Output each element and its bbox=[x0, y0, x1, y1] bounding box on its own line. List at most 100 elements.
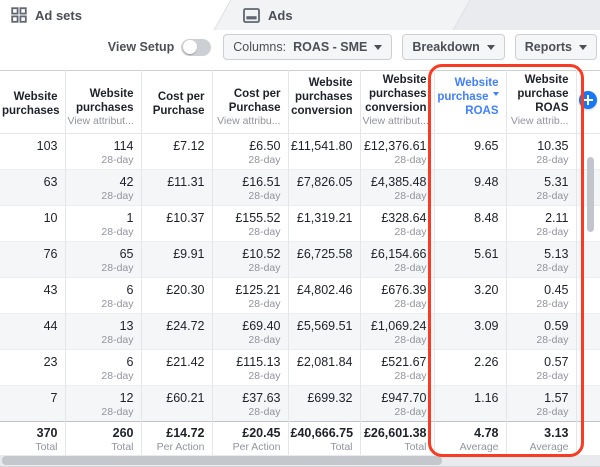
tab-ads-content[interactable]: Ads bbox=[243, 0, 293, 30]
column-header-label: purchases bbox=[75, 102, 134, 114]
tab-ad-sets-label: Ad sets bbox=[35, 7, 82, 23]
attribution-window-tag: 28-day bbox=[536, 334, 569, 346]
ads-card-icon bbox=[243, 7, 260, 23]
metric-value: 10.35 bbox=[537, 139, 569, 153]
column-header[interactable]: Cost per Purchase View attribu... bbox=[211, 70, 288, 134]
table-cell: £125.21 28-day bbox=[211, 277, 288, 314]
attribution-window-tag: 28-day bbox=[536, 190, 569, 202]
horizontal-scrollbar-thumb[interactable] bbox=[2, 456, 442, 465]
table-cell: 10.35 28-day bbox=[505, 133, 576, 170]
column-header-label: Purchase bbox=[152, 105, 205, 117]
summary-type-label: Total bbox=[404, 441, 427, 453]
table-cell: 23 bbox=[0, 350, 65, 386]
table-cell: 9.48 bbox=[433, 169, 506, 206]
table-cell: £115.13 28-day bbox=[211, 349, 288, 386]
attribution-window-tag: 28-day bbox=[101, 334, 134, 346]
metric-value: 44 bbox=[43, 319, 58, 333]
tab-ad-sets-content[interactable]: Ad sets bbox=[11, 0, 82, 30]
column-header[interactable]: Website purchase ROAS bbox=[433, 70, 506, 134]
metric-value: £24.72 bbox=[166, 319, 205, 333]
metric-value: £676.39 bbox=[381, 283, 427, 297]
table-cell: £676.39 28-day bbox=[359, 277, 434, 314]
attribution-window-label[interactable]: View attribut... bbox=[68, 115, 134, 128]
table-cell: 43 bbox=[0, 278, 65, 314]
metric-value: £1,069.24 bbox=[370, 319, 427, 333]
table-cell: 114 28-day bbox=[64, 133, 141, 170]
table-row[interactable]: 23 6 28-day £21.42 £115.13 28-day £2,081.84 £52… bbox=[0, 349, 600, 386]
attribution-window-tag: 28-day bbox=[536, 406, 569, 418]
metric-value: 3.20 bbox=[474, 283, 499, 297]
breakdown-button[interactable]: Breakdown bbox=[402, 34, 505, 60]
attribution-window-tag: 28-day bbox=[101, 262, 134, 274]
table-row[interactable]: 103 114 28-day £7.12 £6.50 28-day £11,541.80 £1… bbox=[0, 133, 600, 170]
table-body: 103 114 28-day £7.12 £6.50 28-day £11,541.80 £1… bbox=[0, 133, 600, 422]
attribution-window-tag: 28-day bbox=[248, 154, 281, 166]
column-header[interactable]: Website purchases View attribut... bbox=[64, 70, 141, 134]
metric-value: 5.31 bbox=[544, 175, 569, 189]
table-cell: £14.72 Per Action bbox=[140, 421, 212, 456]
table-row[interactable]: 76 65 28-day £9.91 £10.52 28-day £6,725.58 £6,1… bbox=[0, 241, 600, 278]
reports-label: Reports bbox=[524, 40, 572, 54]
table-row[interactable]: 7 12 28-day £60.21 £37.63 28-day £699.32 £947.7… bbox=[0, 385, 600, 422]
summary-type-label: Per Action bbox=[156, 441, 205, 453]
table-row[interactable]: 10 1 28-day £10.37 £155.52 28-day £1,319.21 £32… bbox=[0, 205, 600, 242]
summary-type-label: Per Action bbox=[232, 441, 281, 453]
attribution-window-tag: 28-day bbox=[101, 370, 134, 382]
attribution-window-label[interactable]: View attribut... bbox=[363, 115, 429, 128]
column-header-label: conversion bbox=[291, 105, 353, 117]
metric-value: £2,081.84 bbox=[296, 355, 353, 369]
column-header-label: conversion bbox=[365, 102, 427, 114]
metric-value: 0.45 bbox=[544, 283, 569, 297]
table-cell: 63 bbox=[0, 170, 65, 206]
column-header-label: Website bbox=[524, 74, 569, 86]
columns-button[interactable]: Columns: ROAS - SME bbox=[223, 34, 393, 60]
column-header[interactable]: Website purchases bbox=[0, 70, 65, 134]
table-footer: 370 Total 260 Total £14.72 Per Action £20.45 Pe… bbox=[0, 421, 600, 456]
metric-value: £521.67 bbox=[381, 355, 427, 369]
attribution-window-tag: 28-day bbox=[536, 154, 569, 166]
column-header-label: Cost per bbox=[157, 91, 205, 103]
attribution-window-label[interactable]: View attrib... bbox=[509, 115, 569, 128]
metric-value: £4,385.48 bbox=[370, 175, 427, 189]
table-cell: £9.91 bbox=[140, 241, 212, 278]
attribution-window-tag: 28-day bbox=[394, 406, 427, 418]
reports-button[interactable]: Reports bbox=[514, 34, 597, 60]
table-cell: £2,081.84 bbox=[287, 349, 360, 386]
view-setup-label: View Setup bbox=[107, 40, 175, 54]
vertical-scrollbar[interactable] bbox=[587, 157, 594, 232]
table-row[interactable]: 43 6 28-day £20.30 £125.21 28-day £4,802.46 £67… bbox=[0, 277, 600, 314]
metric-value: 1.57 bbox=[544, 391, 569, 405]
attribution-window-tag: 28-day bbox=[101, 406, 134, 418]
column-header-label: Website bbox=[13, 91, 58, 103]
metric-value: £699.32 bbox=[307, 391, 353, 405]
column-header[interactable]: Website purchases conversion bbox=[287, 70, 360, 134]
metric-value: 13 bbox=[119, 319, 134, 333]
table-cell: 8.48 bbox=[433, 205, 506, 242]
attribution-window-tag: 28-day bbox=[394, 154, 427, 166]
column-header-label: purchase bbox=[517, 88, 569, 100]
spacer-cell bbox=[575, 421, 600, 456]
view-setup-toggle[interactable] bbox=[181, 38, 212, 56]
column-header[interactable]: Cost per Purchase bbox=[140, 70, 212, 134]
table-cell: 3.13 Average bbox=[505, 421, 576, 456]
attribution-window-label[interactable]: View attribu... bbox=[215, 115, 280, 128]
table-row[interactable]: 63 42 28-day £11.31 £16.51 28-day £7,826.05 £4,… bbox=[0, 169, 600, 206]
metric-value: 10 bbox=[43, 211, 58, 225]
column-header[interactable]: Website purchases conversion View attribut.… bbox=[359, 70, 434, 134]
metric-value: £328.64 bbox=[381, 211, 427, 225]
horizontal-scrollbar[interactable] bbox=[0, 455, 600, 466]
table-cell: 3.20 bbox=[433, 277, 506, 314]
column-header-label: ROAS bbox=[535, 102, 569, 114]
metric-value: 12 bbox=[119, 391, 134, 405]
table-cell: £20.30 bbox=[140, 277, 212, 314]
metrics-table: Website purchases Website purchases View att… bbox=[0, 70, 600, 456]
attribution-window-tag: 28-day bbox=[248, 226, 281, 238]
column-header[interactable]: Website purchase ROAS View attrib... bbox=[505, 70, 576, 134]
table-row[interactable]: 44 13 28-day £24.72 £69.40 28-day £5,569.51 £1,… bbox=[0, 313, 600, 350]
table-cell: 370 Total bbox=[0, 421, 65, 456]
table-cell: 2.11 28-day bbox=[505, 205, 576, 242]
table-cell: £947.70 28-day bbox=[359, 385, 434, 422]
add-column-button[interactable] bbox=[579, 91, 597, 109]
table-cell: £10.52 28-day bbox=[211, 241, 288, 278]
column-header-label: purchase bbox=[437, 90, 499, 104]
